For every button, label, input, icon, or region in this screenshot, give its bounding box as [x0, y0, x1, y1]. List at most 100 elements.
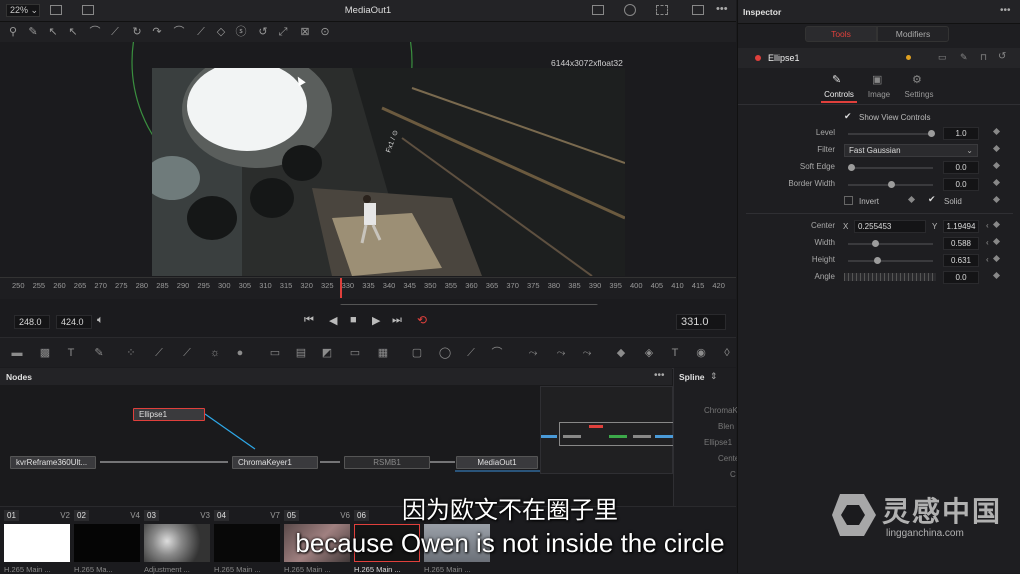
- clip-thumbnail[interactable]: H.265 Main ...: [424, 510, 492, 574]
- lock-points-icon[interactable]: ⊙: [318, 25, 332, 39]
- line-icon[interactable]: ⟋: [194, 25, 208, 39]
- rotate-points-icon[interactable]: ↺: [256, 25, 270, 39]
- knot-icon[interactable]: ⓢ: [234, 25, 248, 39]
- particles-tool-icon[interactable]: ⁘: [124, 346, 138, 360]
- chevron-left-icon[interactable]: ‹: [986, 255, 989, 264]
- rectangle-mask-icon[interactable]: ▢: [410, 346, 424, 360]
- reset-icon[interactable]: ↺: [998, 51, 1006, 62]
- blur-tool-icon[interactable]: ⟋: [152, 346, 166, 360]
- smooth-icon[interactable]: ⌒: [88, 25, 102, 39]
- shape3d-icon[interactable]: ◆: [614, 346, 628, 360]
- transform-icon[interactable]: ↷: [150, 25, 164, 39]
- node-mediaout[interactable]: MediaOut1: [456, 456, 538, 469]
- clip-thumbnail[interactable]: 02 V4 H.265 Ma...: [74, 510, 142, 574]
- drop-tool-icon[interactable]: ●: [233, 346, 247, 360]
- merge3d-icon[interactable]: ◈: [642, 346, 656, 360]
- scale-points-icon[interactable]: ⤢: [276, 25, 290, 39]
- pointer-icon[interactable]: ⚲: [6, 25, 20, 39]
- invert-checkbox[interactable]: [844, 196, 853, 205]
- color-channel-icon[interactable]: [624, 4, 636, 16]
- time-ruler[interactable]: 250 255 260 265 270 275 280 285 290 295 300 305 310 3…: [0, 277, 736, 299]
- soft-edge-slider-knob[interactable]: [848, 164, 855, 171]
- text3d-icon[interactable]: T: [668, 346, 682, 360]
- height-slider[interactable]: [848, 257, 933, 264]
- clip-thumbnail[interactable]: 04 V7 H.265 Main ...: [214, 510, 282, 574]
- tab-tools[interactable]: Tools: [805, 26, 877, 42]
- subtab-settings[interactable]: ⚙ Settings: [902, 73, 936, 103]
- angle-dial[interactable]: [844, 273, 936, 281]
- split-view-icon[interactable]: [692, 5, 704, 15]
- chevron-left-icon[interactable]: ‹: [986, 221, 989, 230]
- border-width-slider[interactable]: [848, 181, 933, 188]
- resize-tool-icon[interactable]: ▦: [376, 346, 390, 360]
- viewer-image[interactable]: Fx1 / ⊙: [152, 68, 625, 276]
- image-tool-icon[interactable]: ▩: [38, 346, 52, 360]
- keyframe-icon[interactable]: [992, 271, 1001, 280]
- play-icon[interactable]: ▶: [372, 314, 380, 327]
- clip-thumbnail[interactable]: 01 V2 H.265 Main ...: [4, 510, 72, 574]
- center-x-value[interactable]: 0.255453: [854, 220, 926, 233]
- tracker-icon[interactable]: ⤳: [526, 346, 540, 360]
- color-tag-icon[interactable]: [906, 55, 911, 60]
- node-chromakeyer[interactable]: ChromaKeyer1: [232, 456, 318, 469]
- keyframe-icon[interactable]: [992, 161, 1001, 170]
- play-reverse-icon[interactable]: ◀: [329, 314, 337, 327]
- roi-icon[interactable]: [592, 5, 604, 15]
- text-tool-icon[interactable]: T: [64, 346, 78, 360]
- go-to-end-icon[interactable]: ⏭︎: [392, 314, 402, 327]
- go-to-start-icon[interactable]: ⏮︎: [304, 314, 314, 327]
- width-value[interactable]: 0.588: [943, 237, 979, 250]
- merge-tool-icon[interactable]: ▭: [268, 346, 282, 360]
- nodes-more-icon[interactable]: •••: [654, 370, 665, 381]
- out-point-field[interactable]: 424.0: [56, 315, 92, 329]
- ellipse-mask-icon[interactable]: ◯: [438, 346, 452, 360]
- lock-icon[interactable]: ⊓: [980, 52, 987, 63]
- node-rsmb[interactable]: RSMB1: [344, 456, 430, 469]
- keyframe-icon[interactable]: [992, 237, 1001, 246]
- rotate-icon[interactable]: ↻: [130, 25, 144, 39]
- select-icon[interactable]: ↖: [46, 25, 60, 39]
- loop-icon[interactable]: ⟲: [417, 313, 427, 327]
- spline-item[interactable]: Blen: [718, 422, 734, 431]
- current-frame-field[interactable]: 331.0: [676, 314, 726, 330]
- keyframe-icon[interactable]: [992, 144, 1001, 153]
- planar-tracker-icon[interactable]: ⤳: [554, 346, 568, 360]
- level-value[interactable]: 1.0: [943, 127, 979, 140]
- width-slider-knob[interactable]: [872, 240, 879, 247]
- grid-icon[interactable]: [656, 5, 668, 15]
- center-y-value[interactable]: 1.19494: [943, 220, 979, 233]
- keyframe-icon[interactable]: [992, 127, 1001, 136]
- keyframe-icon[interactable]: [992, 220, 1001, 229]
- viewer-more-icon[interactable]: •••: [716, 3, 728, 15]
- soft-edge-value[interactable]: 0.0: [943, 161, 979, 174]
- curve-icon[interactable]: ⌒: [172, 25, 186, 39]
- node-navigator[interactable]: [540, 386, 679, 474]
- spline-item[interactable]: Ellipse1: [704, 438, 732, 447]
- stop-icon[interactable]: ■: [350, 314, 357, 326]
- keyframe-icon[interactable]: [992, 195, 1001, 204]
- renderer3d-icon[interactable]: ◉: [694, 346, 708, 360]
- filter-dropdown[interactable]: Fast Gaussian ⌄: [844, 144, 978, 157]
- node-enable-icon[interactable]: [755, 55, 761, 61]
- keyframe-icon[interactable]: [907, 195, 916, 204]
- linear-icon[interactable]: ⟋: [108, 25, 122, 39]
- keyframe-icon[interactable]: [992, 254, 1001, 263]
- paint-tool-icon[interactable]: ✎: [92, 346, 106, 360]
- border-width-value[interactable]: 0.0: [943, 178, 979, 191]
- matte-control-icon[interactable]: ◩: [320, 346, 334, 360]
- subtab-image[interactable]: ▣ Image: [864, 73, 894, 103]
- camera3d-icon[interactable]: ◊: [720, 346, 734, 360]
- spline-item[interactable]: C: [730, 470, 736, 479]
- solid-checkbox[interactable]: ✔: [928, 195, 937, 204]
- color-corrector-icon[interactable]: ⟋: [180, 346, 194, 360]
- spline-dropdown-icon[interactable]: ⇕: [710, 371, 718, 382]
- brightness-tool-icon[interactable]: ☼: [208, 346, 222, 360]
- camera-tracker-icon[interactable]: ⤳: [580, 346, 594, 360]
- border-width-slider-knob[interactable]: [888, 181, 895, 188]
- inspector-more-icon[interactable]: •••: [1000, 5, 1011, 16]
- subtab-controls[interactable]: ✎ Controls: [821, 73, 857, 103]
- delete-points-icon[interactable]: ⊠: [298, 25, 312, 39]
- show-view-controls-checkbox[interactable]: ✔: [844, 112, 853, 121]
- clip-thumbnail[interactable]: 05 V6 H.265 Main ...: [284, 510, 352, 574]
- clip-thumbnail[interactable]: 03 V3 Adjustment ...: [144, 510, 212, 574]
